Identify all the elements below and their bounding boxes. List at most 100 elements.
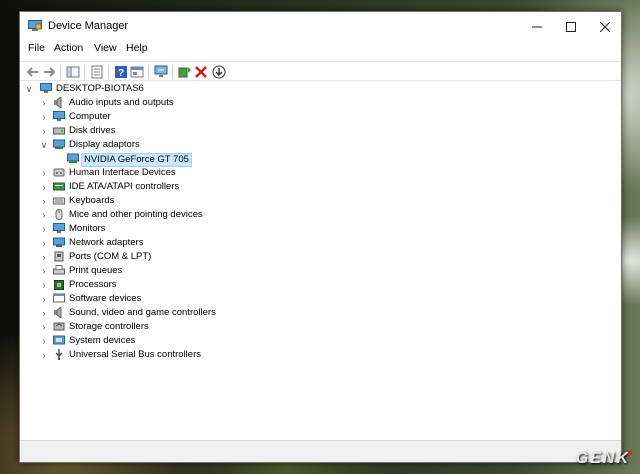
maximize-icon [566, 22, 576, 32]
expand-chevron-icon[interactable]: › [39, 293, 49, 305]
cpu-icon [54, 280, 64, 290]
tree-item-label: Monitors [69, 223, 106, 234]
system-icon [53, 335, 65, 345]
tree-item-label: Ports (COM & LPT) [69, 251, 152, 262]
expand-chevron-icon[interactable]: › [39, 97, 49, 109]
tree-item-label: Print queues [69, 265, 123, 276]
expand-chevron-icon[interactable]: › [39, 209, 49, 221]
hid-icon [53, 168, 65, 177]
tree-item[interactable]: › Audio inputs and outputs [20, 96, 621, 110]
tree-item-label: Human Interface Devices [69, 167, 176, 178]
tree-item[interactable]: › Storage controllers [20, 320, 621, 334]
properties-icon[interactable] [90, 65, 104, 79]
tree-item[interactable]: › Monitors [20, 222, 621, 236]
menu-file[interactable]: File [28, 42, 45, 54]
close-button[interactable] [588, 16, 622, 38]
title-bar[interactable]: Device Manager [20, 12, 621, 42]
tree-item-label: IDE ATA/ATAPI controllers [69, 181, 180, 192]
monitor-icon [53, 223, 65, 233]
tree-item-label: Universal Serial Bus controllers [69, 349, 201, 360]
tree-item-label: Network adapters [69, 237, 144, 248]
tree-item[interactable]: › Computer [20, 110, 621, 124]
tree-item-label: Disk drives [69, 125, 116, 136]
tree-item[interactable]: › Ports (COM & LPT) [20, 250, 621, 264]
window-title: Device Manager [48, 20, 129, 32]
tree-item[interactable]: › Sound, video and game controllers [20, 306, 621, 320]
toolbar-separator [84, 65, 85, 79]
mouse-icon [55, 209, 63, 220]
expand-chevron-icon[interactable]: › [39, 335, 49, 347]
tree-item[interactable]: › System devices [20, 334, 621, 348]
uninstall-device-icon[interactable] [194, 65, 208, 79]
status-bar [20, 440, 621, 462]
device-manager-icon [28, 20, 42, 31]
tree-item[interactable]: › Print queues [20, 264, 621, 278]
menu-action[interactable]: Action [54, 42, 83, 54]
device-manager-window: Device Manager File Action View Help ? ∨… [19, 11, 622, 463]
expand-chevron-icon[interactable]: › [39, 265, 49, 277]
monitor-icon [53, 111, 65, 121]
expand-chevron-icon[interactable]: › [39, 111, 49, 123]
tree-child-item[interactable]: NVIDIA GeForce GT 705 [20, 152, 621, 167]
show-hide-console-tree-icon[interactable] [66, 65, 80, 79]
tree-item-label: System devices [69, 335, 136, 346]
tree-item-label: Keyboards [69, 195, 115, 206]
collapse-chevron-icon[interactable]: ∨ [24, 83, 34, 95]
tree-item-label: Software devices [69, 293, 142, 304]
toolbar-separator [172, 65, 173, 79]
forward-arrow-icon[interactable] [42, 65, 56, 79]
expand-chevron-icon[interactable]: › [39, 349, 49, 361]
tree-item[interactable]: › Human Interface Devices [20, 166, 621, 180]
menu-view[interactable]: View [94, 42, 117, 54]
help-icon[interactable]: ? [114, 65, 128, 79]
display-adapter-icon [53, 139, 65, 149]
watermark-dot [628, 451, 632, 455]
tree-item[interactable]: › Keyboards [20, 194, 621, 208]
view-icon[interactable] [130, 65, 144, 79]
tree-item[interactable]: › IDE ATA/ATAPI controllers [20, 180, 621, 194]
tree-item[interactable]: › Universal Serial Bus controllers [20, 348, 621, 362]
menu-bar: File Action View Help [20, 42, 621, 60]
minimize-icon [532, 26, 542, 28]
toolbar-separator [148, 65, 149, 79]
expand-chevron-icon[interactable]: › [39, 125, 49, 137]
speaker-icon [54, 97, 62, 108]
expand-chevron-icon[interactable]: › [39, 195, 49, 207]
expand-chevron-icon[interactable]: › [39, 167, 49, 179]
toolbar-separator [60, 65, 61, 79]
back-arrow-icon[interactable] [26, 65, 40, 79]
expand-chevron-icon[interactable]: › [39, 307, 49, 319]
expand-chevron-icon[interactable]: › [39, 181, 49, 193]
expand-chevron-icon[interactable]: › [39, 321, 49, 333]
expand-chevron-icon[interactable]: › [39, 279, 49, 291]
speaker-icon [54, 307, 62, 318]
enable-device-icon[interactable] [212, 65, 226, 79]
tree-item[interactable]: › Software devices [20, 292, 621, 306]
minimize-button[interactable] [520, 16, 554, 38]
tree-item[interactable]: › Network adapters [20, 236, 621, 250]
svg-text:?: ? [118, 68, 124, 79]
tree-item[interactable]: › Disk drives [20, 124, 621, 138]
update-driver-icon[interactable] [178, 65, 192, 79]
tree-item[interactable]: › Processors [20, 278, 621, 292]
tree-root-computer[interactable]: ∨ DESKTOP-BIOTAS6 [20, 82, 621, 96]
menu-help[interactable]: Help [126, 42, 148, 54]
tree-item-label: Display adaptors [69, 139, 140, 150]
tree-item-label: Processors [69, 279, 117, 290]
ide-icon [53, 182, 65, 191]
display-adapter-icon [67, 153, 79, 163]
tree-item[interactable]: ∨ Display adaptors [20, 138, 621, 152]
scan-hardware-icon[interactable] [154, 65, 168, 79]
expand-chevron-icon[interactable]: › [39, 251, 49, 263]
tree-item-label: Computer [69, 111, 111, 122]
collapse-chevron-icon[interactable]: ∨ [39, 139, 49, 151]
tree-item-label: Storage controllers [69, 321, 149, 332]
maximize-button[interactable] [554, 16, 588, 38]
genk-watermark: GENK [575, 450, 632, 467]
tree-item[interactable]: › Mice and other pointing devices [20, 208, 621, 222]
expand-chevron-icon[interactable]: › [39, 237, 49, 249]
usb-icon [55, 349, 63, 360]
network-icon [53, 237, 65, 247]
expand-chevron-icon[interactable]: › [39, 223, 49, 235]
tree-item-label: NVIDIA GeForce GT 705 [81, 153, 192, 167]
